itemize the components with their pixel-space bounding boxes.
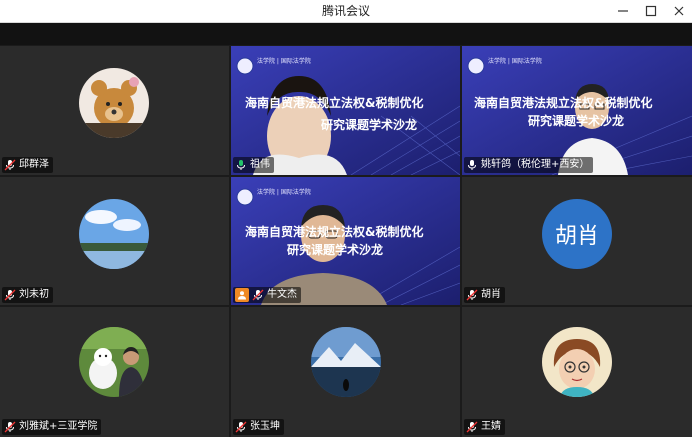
window-controls <box>616 0 686 22</box>
participant-tile[interactable]: 刘未初 <box>0 177 229 305</box>
man-with-dog-avatar <box>79 327 149 397</box>
participant-name-label: 刘雅斌+三亚学院 <box>2 419 102 435</box>
participant-name-label: 张玉坤 <box>233 419 284 435</box>
participant-name-label: 胡肖 <box>464 287 505 303</box>
microphone-icon <box>235 421 247 433</box>
microphone-icon <box>468 160 476 170</box>
participant-tile[interactable]: 刘雅斌+三亚学院 <box>0 307 229 437</box>
mountain-lake-avatar <box>311 327 381 397</box>
shared-slide-video: 法学院 | 国际法学院 海南自贸港法规立法权&税制优化 研究课题学术沙龙 <box>231 177 460 305</box>
participant-tile[interactable]: 胡肖 胡肖 <box>462 177 692 305</box>
title-bar: 腾讯会议 <box>0 0 692 23</box>
text-avatar: 胡肖 <box>542 199 612 269</box>
microphone-icon <box>237 160 245 170</box>
video-grid: 邱群泽 法学院 | 国际法学院 海南自贸港法规立法权&税制优化 研究课题学术沙龙… <box>0 46 692 437</box>
participant-name-label: 牛文杰 <box>233 287 301 303</box>
participant-tile[interactable]: 王婧 <box>462 307 692 437</box>
minimize-icon[interactable] <box>616 4 630 18</box>
host-user-icon <box>235 288 249 302</box>
participant-name-label: 祖伟 <box>233 157 274 173</box>
cartoon-girl-avatar <box>542 327 612 397</box>
participant-name-label: 刘未初 <box>2 287 53 303</box>
microphone-icon <box>4 159 16 171</box>
participant-tile[interactable]: 法学院 | 国际法学院 海南自贸港法规立法权&税制优化 研究课题学术沙龙 牛文杰 <box>231 177 460 305</box>
microphone-icon <box>4 289 16 301</box>
teddy-bear-avatar <box>79 68 149 138</box>
maximize-icon[interactable] <box>644 4 658 18</box>
microphone-icon <box>4 421 16 433</box>
shared-slide-video: 法学院 | 国际法学院 海南自贸港法规立法权&税制优化 研究课题学术沙龙 <box>231 46 460 175</box>
close-icon[interactable] <box>672 4 686 18</box>
participant-tile[interactable]: 张玉坤 <box>231 307 460 437</box>
microphone-icon <box>466 421 478 433</box>
participant-tile-active[interactable]: 法学院 | 国际法学院 海南自贸港法规立法权&税制优化 研究课题学术沙龙 祖伟 <box>231 46 460 175</box>
participant-tile[interactable]: 邱群泽 <box>0 46 229 175</box>
meeting-window: 腾讯会议 邱群泽 法学院 | 国际法学院 海南自贸港法规立法权&税制优化 研究课… <box>0 0 692 437</box>
microphone-icon <box>466 289 478 301</box>
participant-tile[interactable]: 法学院 | 国际法学院 海南自贸港法规立法权&税制优化 研究课题学术沙龙 姚轩鸽… <box>462 46 692 175</box>
shared-slide-video: 法学院 | 国际法学院 海南自贸港法规立法权&税制优化 研究课题学术沙龙 <box>462 46 692 175</box>
meeting-toolbar <box>0 23 692 45</box>
window-title: 腾讯会议 <box>321 4 370 18</box>
participant-name-label: 王婧 <box>464 419 505 435</box>
microphone-icon <box>252 289 264 301</box>
participant-name-label: 邱群泽 <box>2 157 53 173</box>
participant-name-label: 姚轩鸽（税伦理+西安） <box>464 157 594 173</box>
sky-lake-avatar <box>79 199 149 269</box>
